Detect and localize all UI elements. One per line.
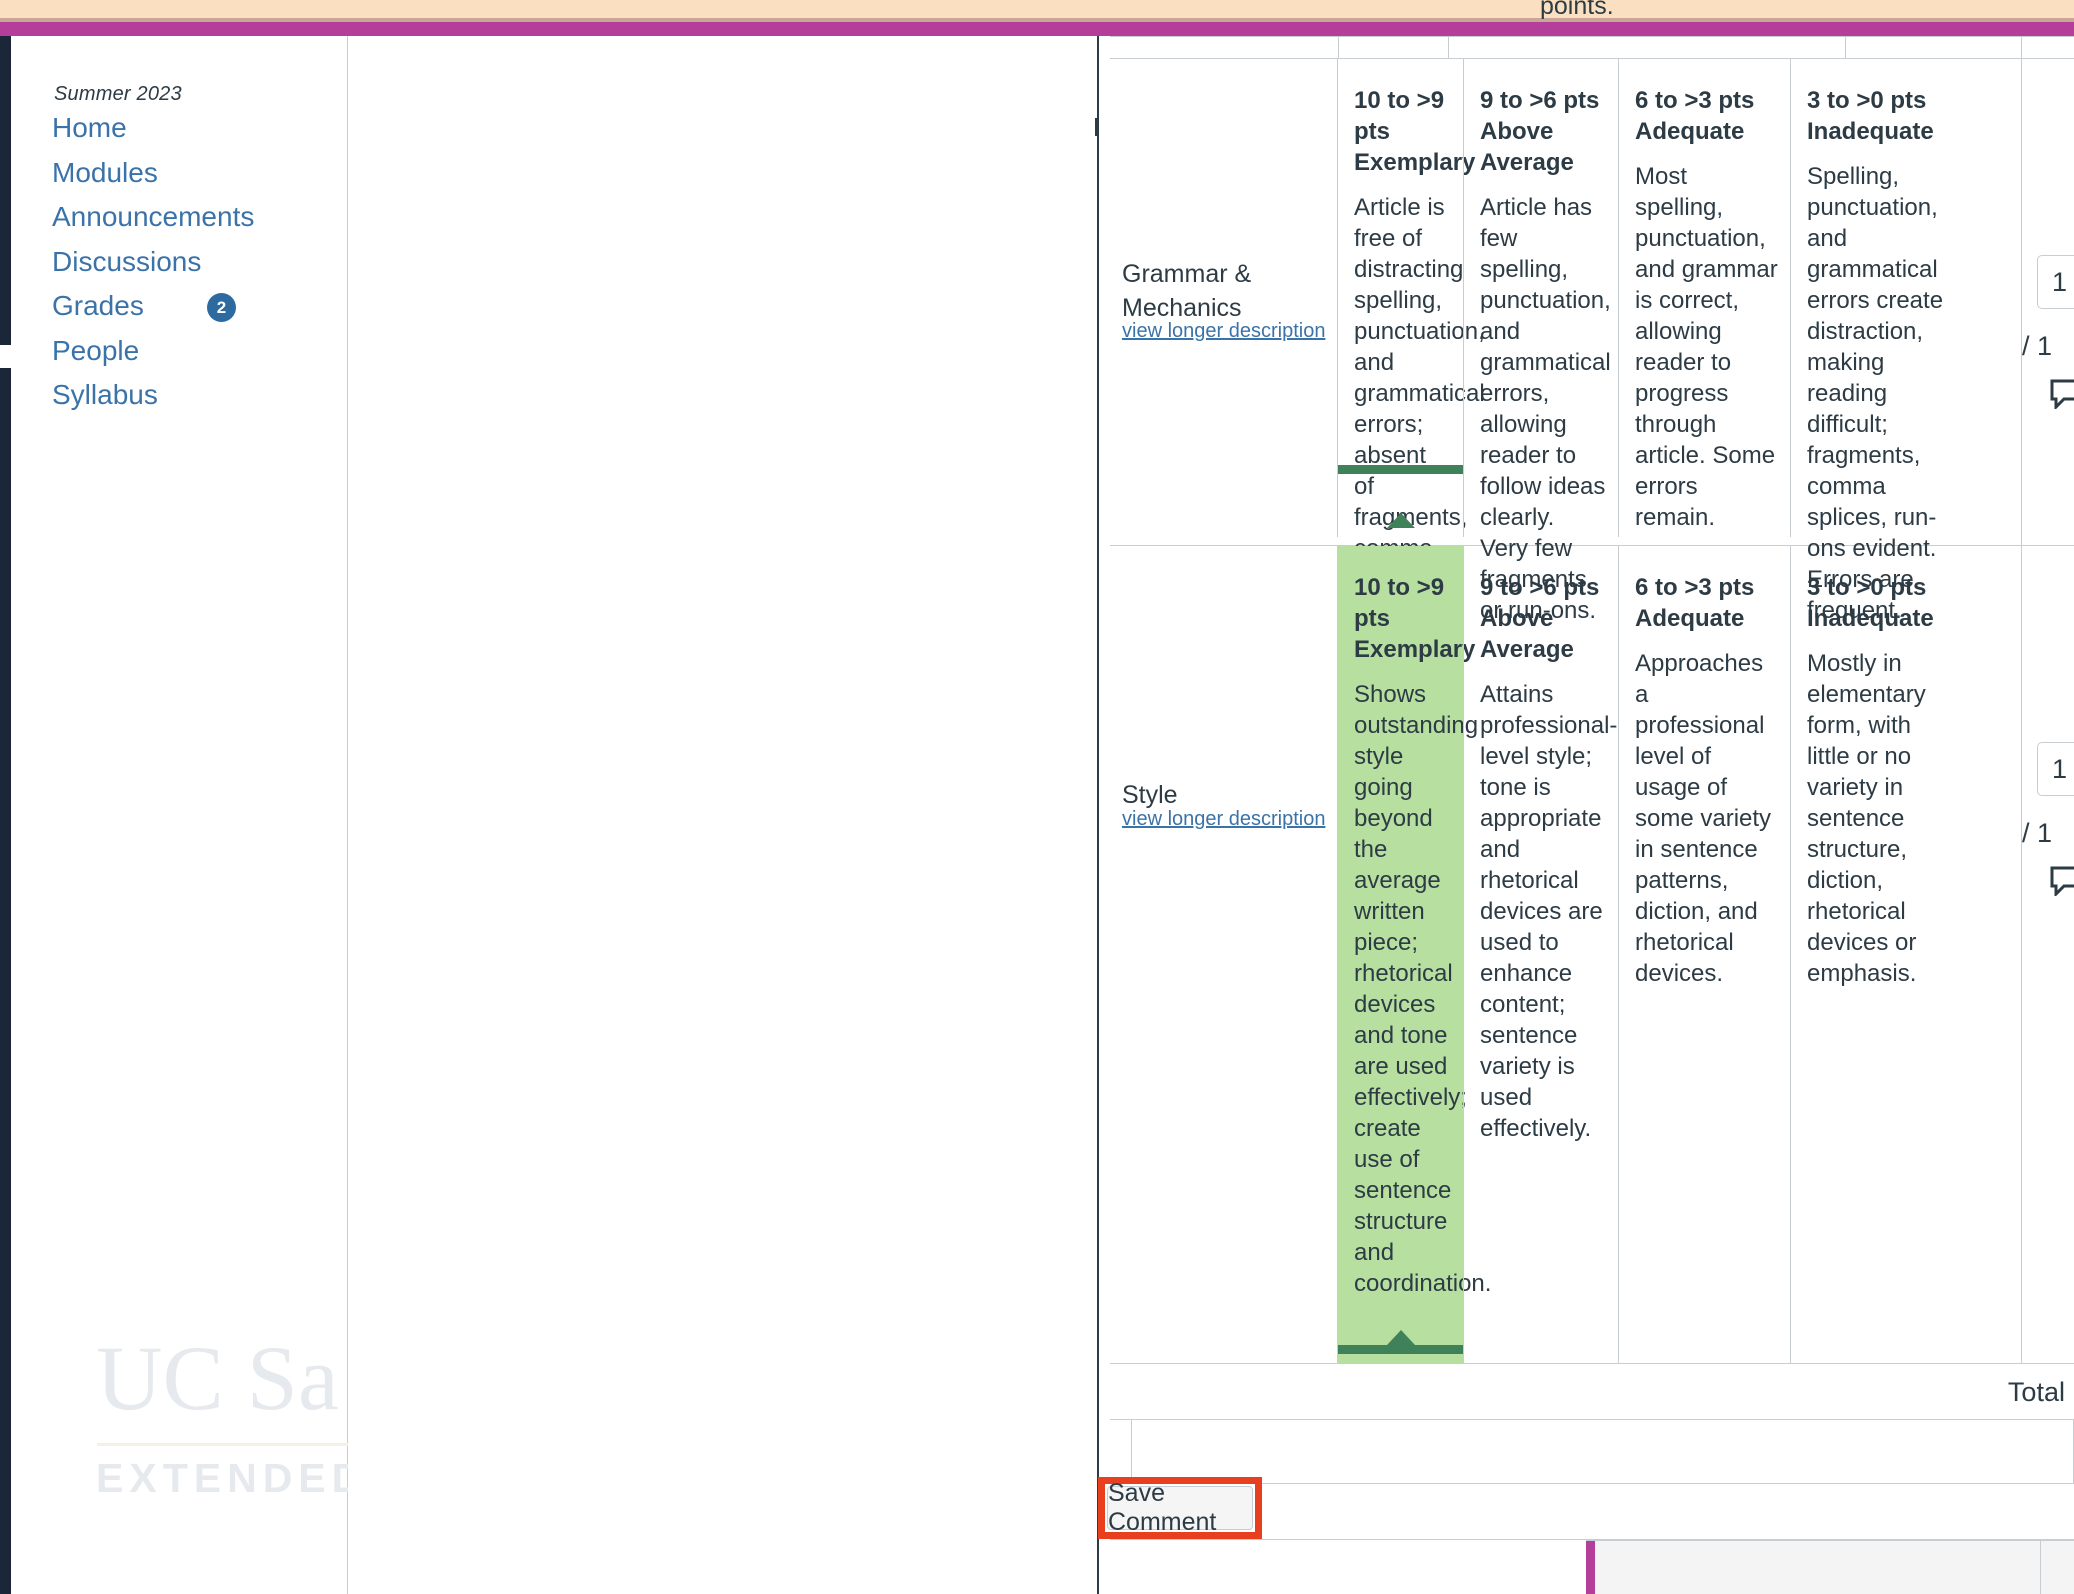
- rubric-total-points-row: Total Point: [1110, 1364, 2074, 1420]
- rating-cell-inadequate[interactable]: 3 to >0 pts Inadequate Spelling, punctuat…: [1790, 59, 1968, 624]
- criterion-points-input[interactable]: 1: [2037, 742, 2074, 796]
- rating-points-level: 10 to >9 pts Exemplary: [1354, 572, 1475, 665]
- rating-description: Approaches a professional level of usage…: [1635, 650, 1772, 987]
- rating-cell-exemplary[interactable]: 10 to >9 pts Exemplary Article is free of…: [1338, 59, 1485, 655]
- criterion-name-cell: Style view longer description: [1110, 546, 1338, 1363]
- rating-level: Exemplary: [1354, 636, 1476, 663]
- sidebar-item-modules[interactable]: Modules: [52, 159, 158, 187]
- rating-points-level: 3 to >0 pts Inadequate: [1807, 85, 1956, 147]
- rubric-criterion-row-grammar: Grammar & Mechanics view longer descript…: [1110, 59, 2074, 655]
- course-navigation-sidebar: Summer 2023 Home Modules Announcements D…: [11, 36, 348, 1594]
- sidebar-item-people[interactable]: People: [52, 337, 139, 365]
- rating-level: Adequate: [1635, 605, 1745, 632]
- rating-cell-inadequate[interactable]: 3 to >0 pts Inadequate Mostly in elementa…: [1790, 546, 1968, 1363]
- term-label: Summer 2023: [54, 83, 182, 105]
- sidebar-item-home[interactable]: Home: [52, 114, 127, 142]
- rating-points-level: 9 to >6 pts Above Average: [1480, 85, 1606, 178]
- bottom-card-right-edge: [2040, 1541, 2041, 1594]
- rating-points-level: 3 to >0 pts Inadequate: [1807, 572, 1956, 634]
- sidebar-item-grades[interactable]: Grades: [52, 292, 144, 320]
- bottom-info-card: [1586, 1540, 2074, 1594]
- rubric-header-vline-3: [1845, 36, 1846, 59]
- criterion-ratings: 10 to >9 pts Exemplary Shows outstanding …: [1338, 546, 2021, 1363]
- rubric-criterion-row-style: Style view longer description 10 to >9 p…: [1110, 546, 2074, 1363]
- rating-points-level: 9 to >6 pts Above Average: [1480, 572, 1606, 665]
- rating-cell-adequate[interactable]: 6 to >3 pts Adequate Most spelling, punct…: [1618, 59, 1790, 537]
- browser-top-band: [0, 0, 2074, 18]
- sidebar-item-announcements[interactable]: Announcements: [52, 203, 254, 231]
- comment-textarea[interactable]: [1131, 1420, 2074, 1484]
- rating-level: Above Average: [1480, 605, 1574, 663]
- clipped-rubric-text: points.: [1540, 0, 1614, 20]
- criterion-points-possible: / 1: [2022, 818, 2053, 848]
- rating-points-level: 6 to >3 pts Adequate: [1635, 572, 1778, 634]
- sidebar-item-discussions[interactable]: Discussions: [52, 248, 201, 276]
- rating-description: Mostly in elementary form, with little o…: [1807, 650, 1926, 987]
- rubric-header-vline-2: [1448, 36, 1449, 59]
- selected-rating-arrow: [1386, 513, 1415, 528]
- criterion-points-cell: 1 / 1: [2021, 546, 2074, 1363]
- rating-description: Attains professional-level style; tone i…: [1480, 681, 1618, 1142]
- rating-points-level: 10 to >9 pts Exemplary: [1354, 85, 1475, 178]
- criterion-title: Grammar & Mechanics: [1122, 260, 1252, 322]
- rubric-top-border: [1110, 36, 2074, 37]
- criterion-ratings: 10 to >9 pts Exemplary Article is free of…: [1338, 59, 2021, 655]
- global-nav-rail-upper: [0, 36, 11, 345]
- comment-icon[interactable]: [2050, 866, 2074, 896]
- rating-points: 6 to >3 pts: [1635, 574, 1755, 601]
- rating-description: Most spelling, punctuation, and grammar …: [1635, 163, 1778, 531]
- rating-points: 6 to >3 pts: [1635, 87, 1755, 114]
- rating-level: Inadequate: [1807, 118, 1934, 145]
- rating-points: 10 to >9 pts: [1354, 87, 1445, 145]
- rating-cell-above-average[interactable]: 9 to >6 pts Above Average Attains profess…: [1463, 546, 1618, 1363]
- selected-rating-bar: [1338, 1345, 1463, 1354]
- save-comment-button[interactable]: Save Comment: [1107, 1479, 1253, 1536]
- rubric-header-vline-1: [1338, 36, 1339, 59]
- rating-points: 10 to >9 pts: [1354, 574, 1445, 632]
- rating-cell-above-average[interactable]: 9 to >6 pts Above Average Article has few…: [1463, 59, 1618, 624]
- bottom-card-accent-bar: [1586, 1541, 1595, 1594]
- rating-points: 9 to >6 pts: [1480, 574, 1600, 601]
- rating-points: 3 to >0 pts: [1807, 87, 1927, 114]
- criterion-title: Style: [1122, 781, 1178, 809]
- rating-level: Exemplary: [1354, 149, 1476, 176]
- rating-level: Above Average: [1480, 118, 1574, 176]
- rating-level: Adequate: [1635, 118, 1745, 145]
- sidebar-item-syllabus[interactable]: Syllabus: [52, 381, 158, 409]
- selected-rating-bar: [1338, 465, 1463, 474]
- global-nav-magenta-bar: [0, 22, 2074, 36]
- pane-resize-handle[interactable]: [1095, 118, 1099, 136]
- total-points-label: Total Point: [2007, 1377, 2074, 1407]
- criterion-points-cell: 1 / 1: [2021, 59, 2074, 537]
- criterion-points-input[interactable]: 1: [2037, 255, 2074, 309]
- rating-cell-adequate[interactable]: 6 to >3 pts Adequate Approaches a profess…: [1618, 546, 1790, 1363]
- selected-rating-arrow: [1386, 1330, 1415, 1345]
- criterion-name-cell: Grammar & Mechanics view longer descript…: [1110, 59, 1338, 537]
- rating-points: 9 to >6 pts: [1480, 87, 1600, 114]
- rating-description: Shows outstanding style going beyond the…: [1354, 681, 1492, 1297]
- global-nav-rail-lower: [0, 368, 11, 1594]
- rating-cell-exemplary[interactable]: 10 to >9 pts Exemplary Shows outstanding …: [1338, 546, 1492, 1363]
- submission-preview-pane: [349, 36, 1098, 1594]
- view-longer-description-link[interactable]: view longer description: [1122, 808, 1325, 831]
- criterion-points-possible: / 1: [2022, 331, 2053, 361]
- rating-level: Inadequate: [1807, 605, 1934, 632]
- comment-icon[interactable]: [2050, 379, 2074, 409]
- rating-points-level: 6 to >3 pts Adequate: [1635, 85, 1778, 147]
- grades-unread-badge: 2: [207, 293, 236, 322]
- view-longer-description-link[interactable]: view longer description: [1122, 320, 1325, 343]
- rating-points: 3 to >0 pts: [1807, 574, 1927, 601]
- pane-divider: [1097, 36, 1099, 1594]
